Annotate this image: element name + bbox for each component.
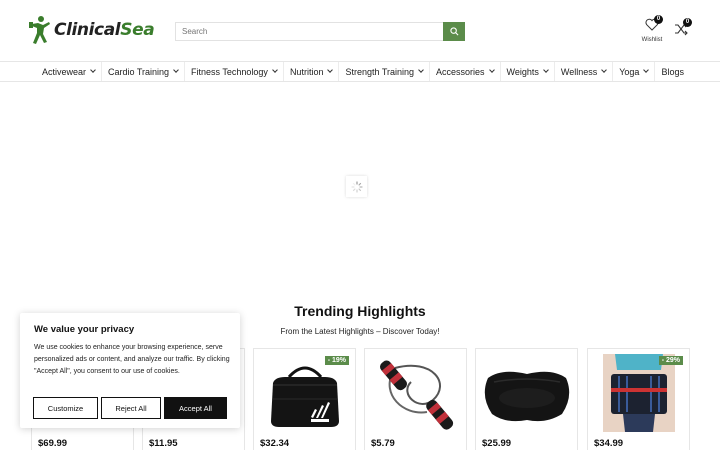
chevron-down-icon <box>173 67 179 73</box>
product-card[interactable]: $5.79 <box>364 348 467 450</box>
search-bar <box>175 22 465 41</box>
discount-badge: - 19% <box>324 356 349 365</box>
product-price: $32.34 <box>260 438 290 449</box>
chevron-down-icon <box>327 67 334 73</box>
nav-item-blogs[interactable]: Blogs <box>655 62 690 81</box>
nav-item-label: Weights <box>506 66 539 77</box>
wishlist-count-badge: 0 <box>654 15 663 24</box>
chevron-down-icon <box>543 67 549 73</box>
reject-all-button[interactable]: Reject All <box>101 397 161 419</box>
wishlist-label: Wishlist <box>641 37 663 43</box>
nav-item-fitness-technology[interactable]: Fitness Technology <box>185 62 284 81</box>
site-logo[interactable]: ClinicalSea <box>28 14 155 46</box>
accept-all-button[interactable]: Accept All <box>164 397 227 419</box>
product-price: $69.99 <box>38 438 68 449</box>
product-card[interactable]: $25.99 <box>475 348 578 450</box>
nav-item-nutrition[interactable]: Nutrition <box>284 62 340 81</box>
chevron-down-icon <box>418 67 424 73</box>
fitness-figure-icon <box>29 16 50 44</box>
product-image[interactable] <box>482 354 572 432</box>
cookie-title: We value your privacy <box>34 324 135 335</box>
nav-item-label: Activewear <box>42 66 87 77</box>
product-price: $11.95 <box>149 438 178 449</box>
nav-item-accessories[interactable]: Accessories <box>430 62 501 81</box>
nav-item-label: Strength Training <box>345 66 414 77</box>
product-image[interactable] <box>260 354 350 432</box>
nav-item-label: Nutrition <box>289 66 324 77</box>
back-brace-image <box>603 354 675 432</box>
nav-item-activewear[interactable]: Activewear <box>36 62 103 81</box>
meditation-cushion-image <box>484 371 570 422</box>
jump-rope-image <box>380 360 454 430</box>
product-card[interactable]: - 29% $34.99 <box>587 348 690 450</box>
chevron-down-icon <box>601 67 608 73</box>
wishlist-link[interactable]: 0 Wishlist <box>640 15 664 43</box>
nav-item-wellness[interactable]: Wellness <box>555 62 614 81</box>
search-input[interactable] <box>175 22 443 41</box>
site-header: ClinicalSea 0 Wishlist 0 <box>0 0 720 62</box>
search-button[interactable] <box>443 22 465 41</box>
nav-item-cardio-training[interactable]: Cardio Training <box>102 62 186 81</box>
product-image[interactable] <box>594 354 684 432</box>
product-card[interactable]: - 19% $32.34 <box>253 348 356 450</box>
duffel-bag-image <box>271 366 339 427</box>
cookie-consent-banner: We value your privacy We use cookies to … <box>20 313 240 428</box>
nav-item-label: Fitness Technology <box>191 66 268 77</box>
compare-count-badge: 0 <box>683 18 692 27</box>
discount-badge: - 29% <box>658 356 683 365</box>
nav-item-label: Yoga <box>619 66 640 77</box>
search-icon <box>449 27 458 36</box>
product-price: $5.79 <box>371 438 395 449</box>
nav-items: Activewear Cardio Training Fitness Technol… <box>36 62 690 81</box>
spinner-icon <box>350 180 363 193</box>
chevron-down-icon <box>488 67 495 73</box>
nav-item-label: Accessories <box>436 66 485 77</box>
nav-item-strength-training[interactable]: Strength Training <box>339 62 430 81</box>
nav-item-label: Cardio Training <box>108 66 170 77</box>
compare-link[interactable]: 0 <box>674 18 692 38</box>
product-price: $25.99 <box>482 438 512 449</box>
main-nav: Activewear Cardio Training Fitness Technol… <box>0 61 720 82</box>
chevron-down-icon <box>90 67 96 73</box>
logo-text: ClinicalSea <box>54 20 155 40</box>
cookie-body: We use cookies to enhance your browsing … <box>34 344 230 375</box>
chevron-down-icon <box>272 67 278 73</box>
chevron-down-icon <box>643 67 650 73</box>
nav-item-label: Wellness <box>560 66 598 77</box>
customize-button[interactable]: Customize <box>33 397 98 419</box>
nav-item-label: Blogs <box>661 66 684 77</box>
product-price: $34.99 <box>594 438 624 449</box>
product-image[interactable] <box>371 354 461 432</box>
nav-item-weights[interactable]: Weights <box>501 62 555 81</box>
loading-spinner <box>346 176 367 197</box>
nav-item-yoga[interactable]: Yoga <box>613 62 656 81</box>
